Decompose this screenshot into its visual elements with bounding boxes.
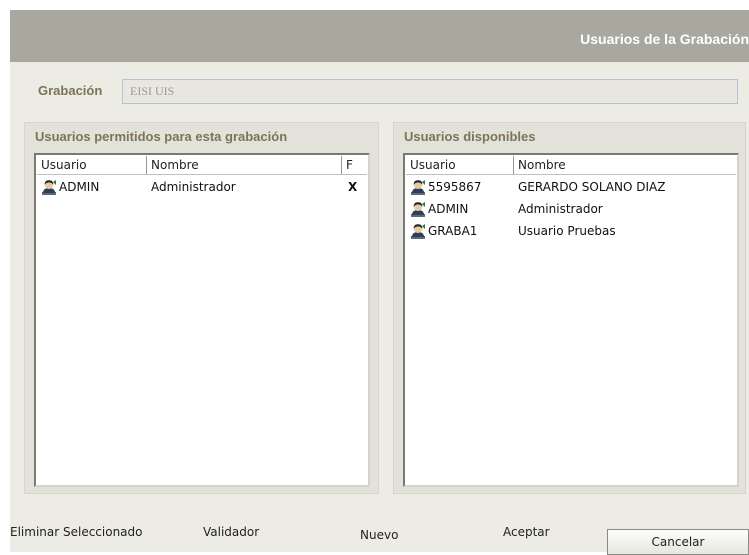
user-icon <box>410 201 426 217</box>
allowed-users-title: Usuarios permitidos para esta grabación <box>35 129 288 144</box>
row-usuario: 5595867 <box>428 180 482 194</box>
user-icon <box>410 223 426 239</box>
column-header-usuario[interactable]: Usuario <box>37 156 147 174</box>
available-users-list[interactable]: Usuario Nombre 5595867 GERARDO SOLANO DI… <box>403 153 739 487</box>
row-usuario: GRABA1 <box>428 224 478 238</box>
list-header: Usuario Nombre <box>406 156 736 175</box>
list-header: Usuario Nombre F <box>37 156 367 175</box>
available-users-panel: Usuarios disponibles Usuario Nombre 5595… <box>393 122 746 494</box>
row-usuario: ADMIN <box>428 202 469 216</box>
row-nombre: Usuario Pruebas <box>518 224 616 238</box>
grabacion-label: Grabación <box>38 83 103 98</box>
row-nombre: GERARDO SOLANO DIAZ <box>518 180 666 194</box>
column-header-nombre[interactable]: Nombre <box>147 156 342 174</box>
user-icon <box>410 179 426 195</box>
table-row[interactable]: ADMIN Administrador X <box>37 176 367 198</box>
validator-button[interactable]: Validador <box>203 525 259 539</box>
accept-button[interactable]: Aceptar <box>503 525 550 539</box>
title-bar: Usuarios de la Grabación <box>10 10 749 62</box>
cancel-button[interactable]: Cancelar <box>607 529 749 555</box>
row-usuario: ADMIN <box>59 180 100 194</box>
row-nombre: Administrador <box>151 180 236 194</box>
column-header-nombre[interactable]: Nombre <box>514 156 737 174</box>
delete-selected-button[interactable]: Eliminar Seleccionado <box>10 525 143 539</box>
row-nombre: Administrador <box>518 202 603 216</box>
row-f-mark: X <box>348 180 358 194</box>
new-button[interactable]: Nuevo <box>360 528 398 542</box>
allowed-users-panel: Usuarios permitidos para esta grabación … <box>24 122 379 494</box>
available-users-title: Usuarios disponibles <box>404 129 536 144</box>
column-header-usuario[interactable]: Usuario <box>406 156 514 174</box>
column-header-f[interactable]: F <box>342 156 368 174</box>
user-icon <box>41 179 57 195</box>
grabacion-field[interactable]: EISI UIS <box>122 79 738 104</box>
table-row[interactable]: GRABA1 Usuario Pruebas <box>406 220 736 242</box>
dialog-window: Usuarios de la Grabación Grabación EISI … <box>10 10 749 555</box>
allowed-users-list[interactable]: Usuario Nombre F ADMIN Administrador X <box>34 153 370 487</box>
window-title: Usuarios de la Grabación <box>580 31 749 47</box>
table-row[interactable]: 5595867 GERARDO SOLANO DIAZ <box>406 176 736 198</box>
table-row[interactable]: ADMIN Administrador <box>406 198 736 220</box>
